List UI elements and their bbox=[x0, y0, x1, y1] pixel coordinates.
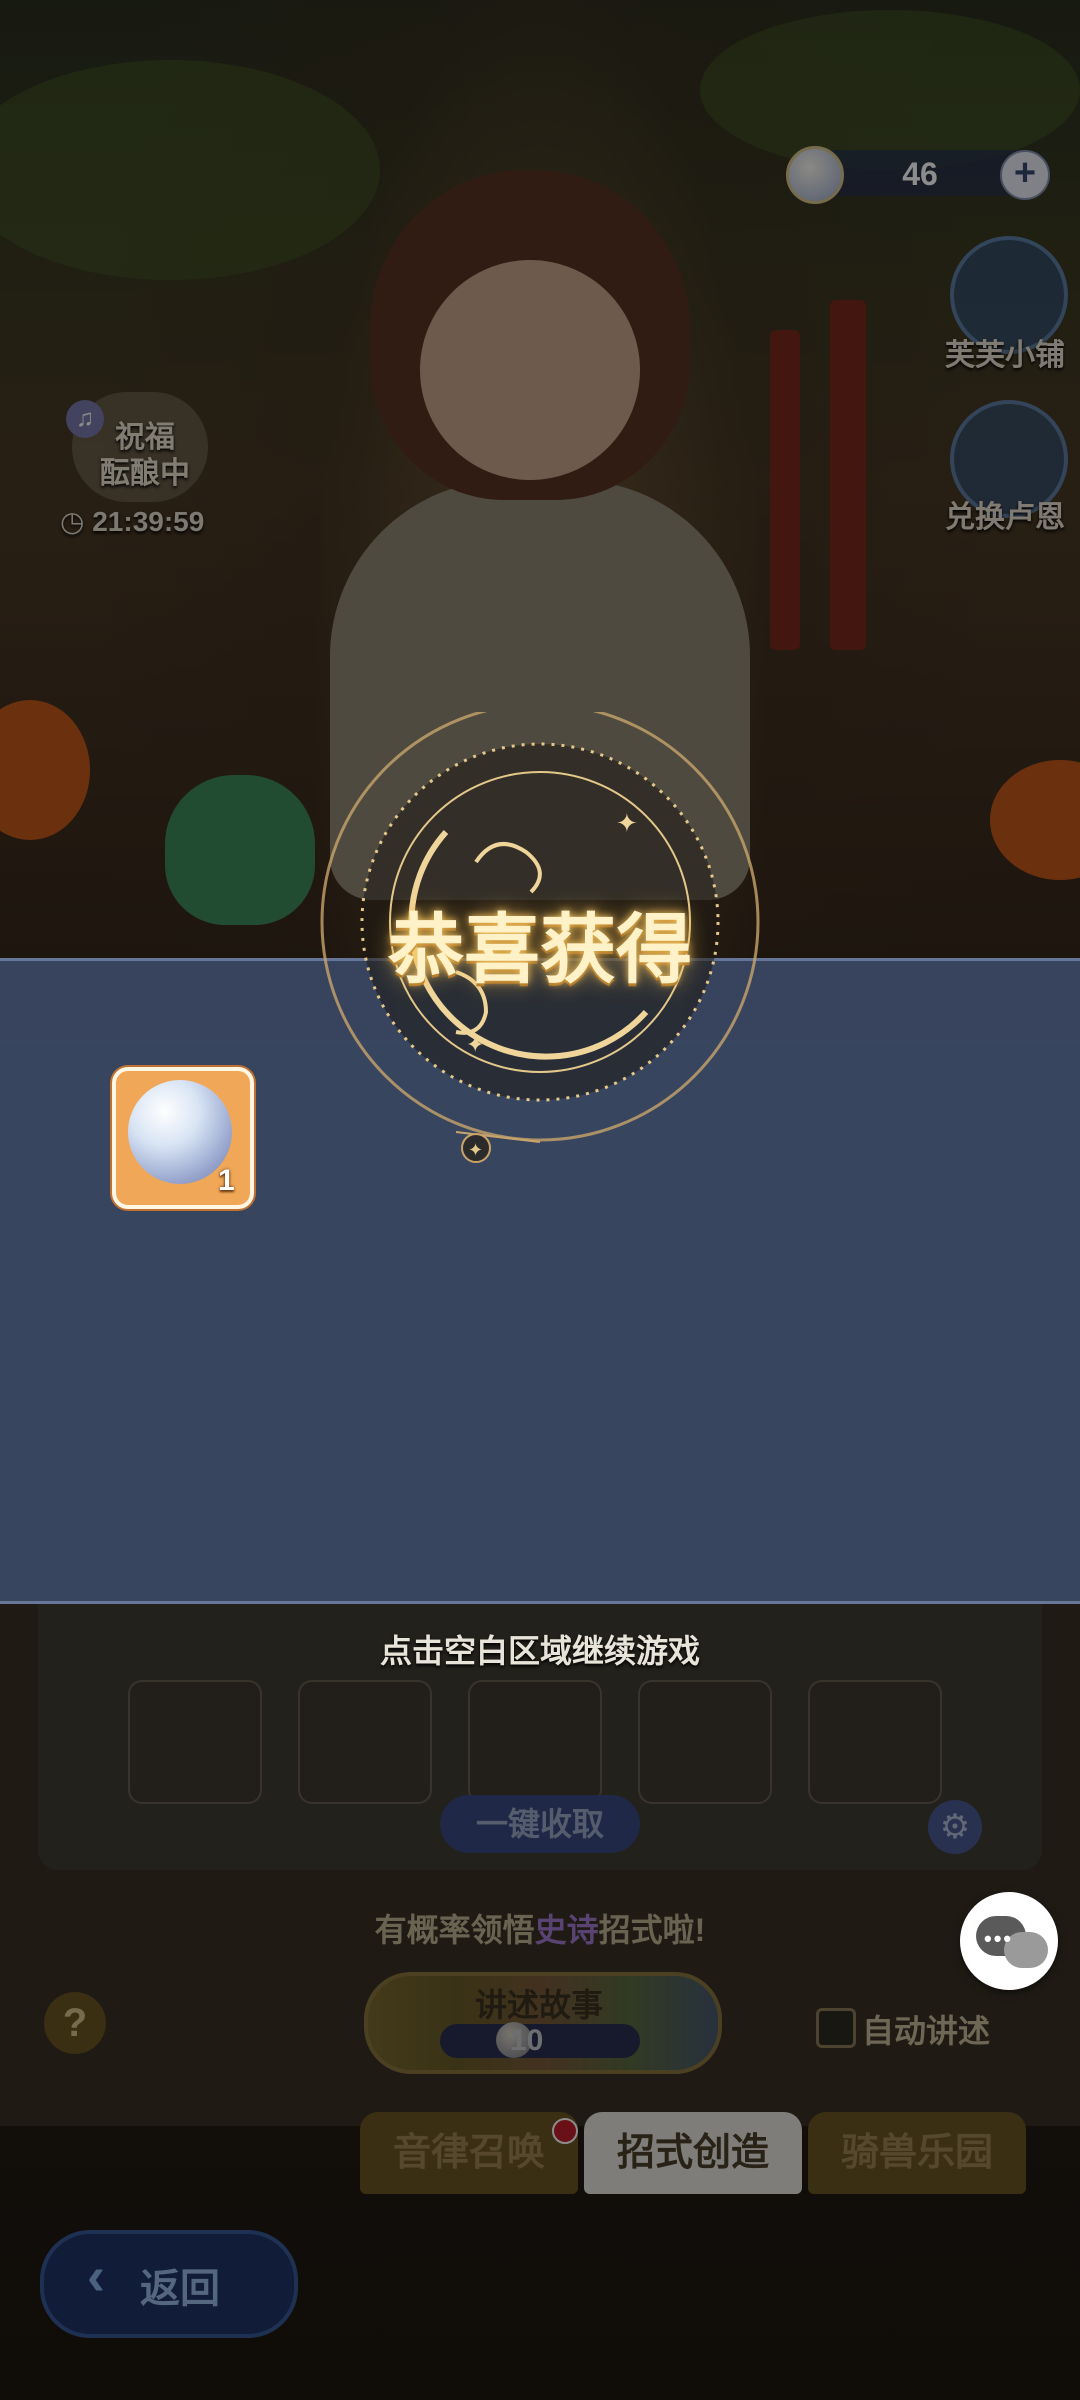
continue-hint: 点击空白区域继续游戏 bbox=[379, 1633, 700, 1669]
congratulations-title: 恭喜获得 bbox=[388, 905, 692, 994]
reward-item-quantity: 1 bbox=[218, 1164, 235, 1197]
svg-text:✦: ✦ bbox=[466, 1032, 484, 1057]
svg-text:✦: ✦ bbox=[616, 808, 638, 838]
svg-text:✦: ✦ bbox=[468, 1140, 483, 1160]
chat-dots-icon: ••• bbox=[984, 1926, 1014, 1951]
crystal-orb-icon bbox=[128, 1080, 232, 1184]
